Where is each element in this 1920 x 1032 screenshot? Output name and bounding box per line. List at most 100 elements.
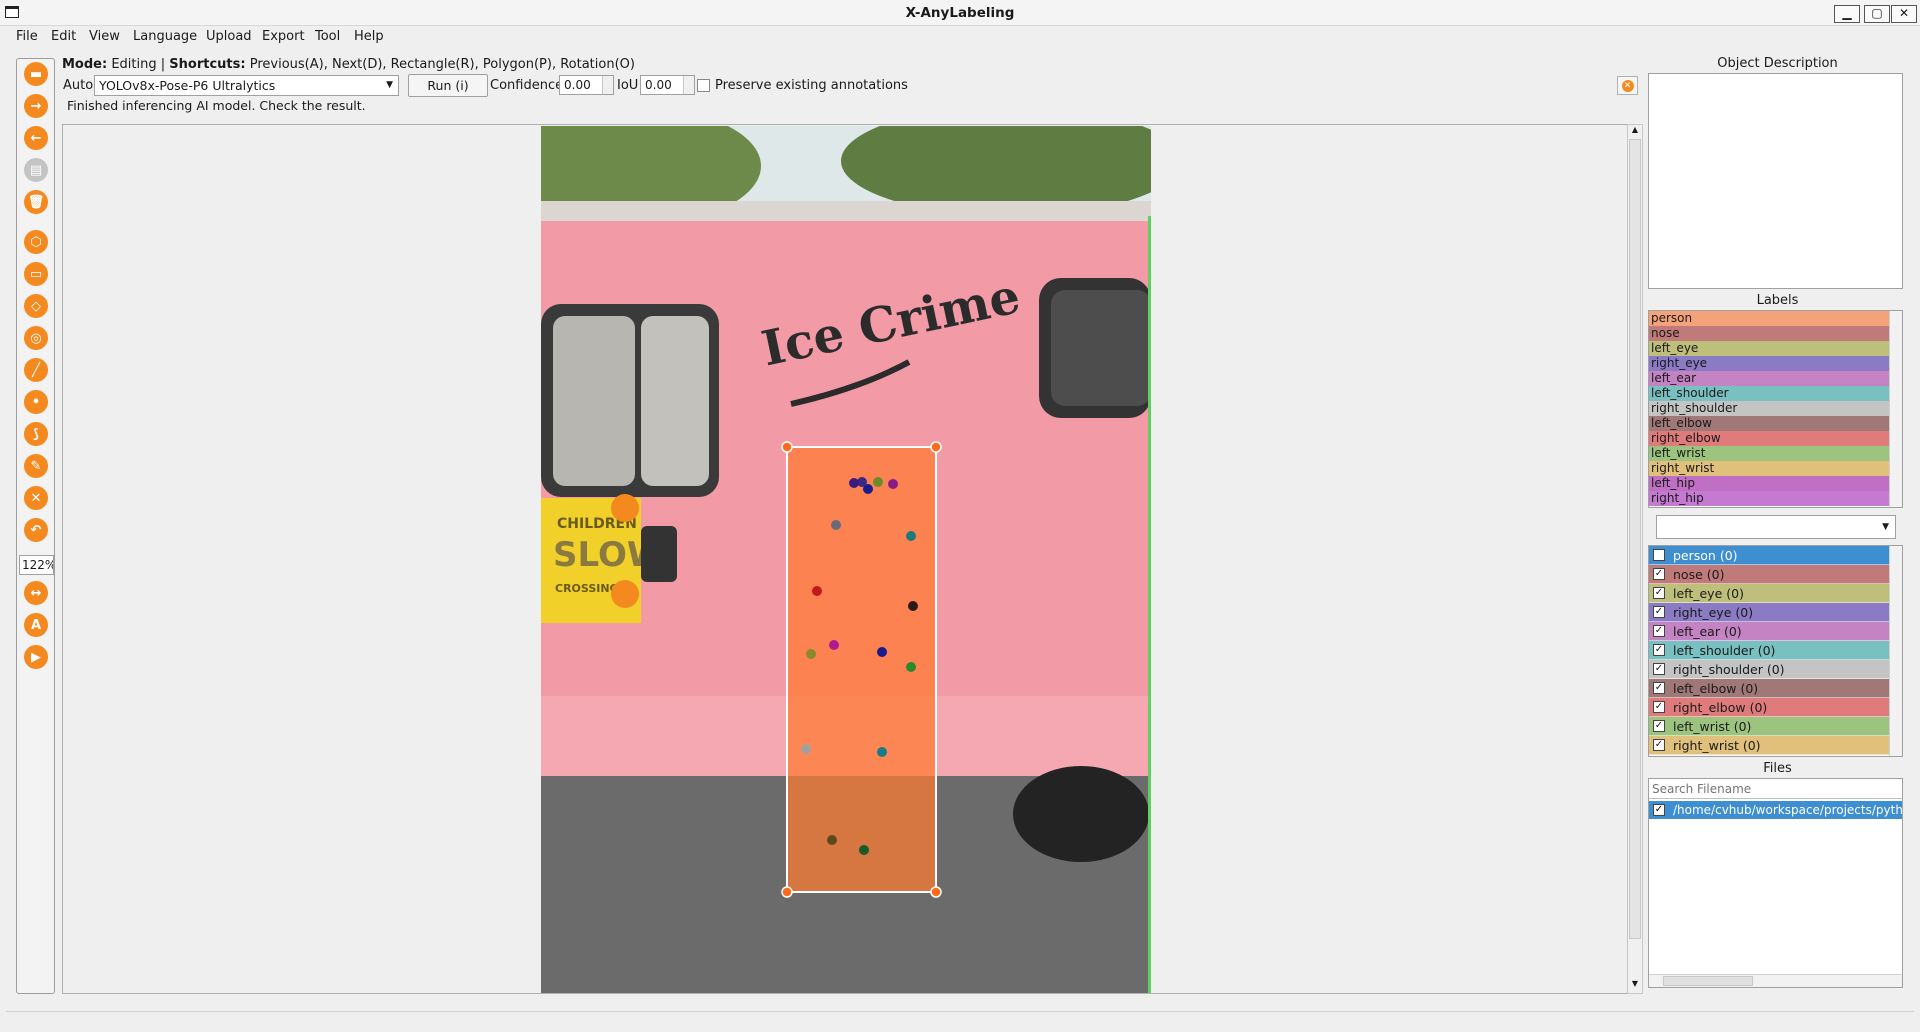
shape-checkbox[interactable]: ✓ [1653, 682, 1665, 694]
shape-checkbox[interactable]: ✓ [1653, 720, 1665, 732]
delete-shape-icon[interactable]: ✕ [24, 486, 48, 510]
model-value: YOLOv8x-Pose-P6 Ultralytics [99, 78, 276, 93]
shape-checkbox[interactable]: ✓ [1653, 663, 1665, 675]
shape-item[interactable]: ✓ right_wrist (0) [1649, 736, 1889, 755]
shape-checkbox[interactable]: ✓ [1653, 568, 1665, 580]
point-icon[interactable]: • [24, 390, 48, 414]
circle-icon[interactable]: ◎ [24, 326, 48, 350]
menu-language[interactable]: Language [133, 29, 197, 44]
rotation-icon[interactable]: ◇ [24, 294, 48, 318]
edit-icon[interactable]: ✎ [24, 454, 48, 478]
file-list-item[interactable]: ✓ /home/cvhub/workspace/projects/python [1649, 801, 1902, 819]
label-item-left-elbow[interactable]: left_elbow [1649, 416, 1889, 431]
shape-item[interactable]: ✓ left_wrist (0) [1649, 717, 1889, 736]
status-bar [6, 1011, 1914, 1031]
label-item-right-elbow[interactable]: right_elbow [1649, 431, 1889, 446]
maximize-button[interactable]: ▢ [1864, 5, 1890, 23]
shape-checkbox[interactable]: ✓ [1653, 587, 1665, 599]
menu-view[interactable]: View [89, 29, 120, 44]
cancel-icon[interactable]: ✕ [1617, 76, 1638, 95]
shape-list[interactable]: ✓ person (0) ✓ nose (0) ✓ left_eye (0) ✓ right_… [1648, 545, 1903, 757]
menu-export[interactable]: Export [262, 29, 305, 44]
file-checkbox[interactable]: ✓ [1653, 804, 1665, 816]
model-select[interactable]: YOLOv8x-Pose-P6 Ultralytics ▼ [94, 75, 399, 96]
shape-checkbox[interactable]: ✓ [1653, 701, 1665, 713]
label-item-left-shoulder[interactable]: left_shoulder [1649, 386, 1889, 401]
shape-item[interactable]: ✓ left_elbow (0) [1649, 679, 1889, 698]
rectangle-icon[interactable]: ▭ [24, 262, 48, 286]
canvas-vertical-scrollbar[interactable]: ▲ ▼ [1627, 124, 1643, 994]
label-item-right-shoulder[interactable]: right_shoulder [1649, 401, 1889, 416]
save-icon[interactable]: ▤ [24, 158, 48, 182]
fit-width-icon[interactable]: ↔ [24, 581, 48, 605]
mode-value: Editing [111, 57, 157, 72]
menu-file[interactable]: File [16, 29, 38, 44]
shape-checkbox[interactable]: ✓ [1653, 739, 1665, 751]
mode-line: Mode: Editing | Shortcuts: Previous(A), … [62, 57, 635, 72]
label-item-left-hip[interactable]: left_hip [1649, 476, 1889, 491]
label-item-left-eye[interactable]: left_eye [1649, 341, 1889, 356]
shape-label: right_elbow (0) [1673, 699, 1768, 715]
prev-image-icon[interactable]: ← [24, 126, 48, 150]
label-item-right-hip[interactable]: right_hip [1649, 491, 1889, 506]
close-button[interactable]: ✕ [1891, 5, 1917, 23]
shape-checkbox[interactable]: ✓ [1653, 549, 1665, 561]
menu-upload[interactable]: Upload [206, 29, 252, 44]
shape-checkbox[interactable]: ✓ [1653, 644, 1665, 656]
ai-icon[interactable]: A [24, 613, 48, 637]
menu-tool[interactable]: Tool [315, 29, 340, 44]
label-list[interactable]: person nose left_eye right_eye left_ear left_… [1648, 310, 1903, 508]
iou-label: IoU [617, 78, 639, 93]
preserve-checkbox[interactable] [697, 79, 710, 92]
run-button[interactable]: Run (i) [408, 74, 488, 97]
annotated-image[interactable]: CHILDREN SLOW CROSSING Ice Crime [541, 126, 1151, 993]
status-message: Finished inferencing AI model. Check the… [67, 98, 366, 113]
shape-item[interactable]: ✓ right_shoulder (0) [1649, 660, 1889, 679]
undo-icon[interactable]: ↶ [24, 518, 48, 542]
label-filter-select[interactable]: ▼ [1656, 515, 1896, 539]
shape-checkbox[interactable]: ✓ [1653, 606, 1665, 618]
shape-item[interactable]: ✓ left_ear (0) [1649, 622, 1889, 641]
shape-item[interactable]: ✓ left_shoulder (0) [1649, 641, 1889, 660]
search-filename-input[interactable] [1649, 779, 1902, 799]
label-list-scrollbar[interactable] [1889, 311, 1902, 507]
delete-file-icon[interactable]: 🗑 [24, 190, 48, 214]
shape-list-scrollbar[interactable] [1889, 546, 1902, 756]
run-icon[interactable]: ▶ [24, 645, 48, 669]
linestrip-icon[interactable]: ⟆ [24, 422, 48, 446]
scroll-down-icon[interactable]: ▼ [1628, 979, 1642, 993]
label-item-left-ear[interactable]: left_ear [1649, 371, 1889, 386]
polygon-icon[interactable]: ⬡ [24, 230, 48, 254]
mode-separator: | [160, 57, 166, 72]
files-horizontal-scrollbar[interactable] [1649, 974, 1902, 987]
shape-item[interactable]: ✓ nose (0) [1649, 565, 1889, 584]
canvas-area[interactable]: CHILDREN SLOW CROSSING Ice Crime [62, 124, 1633, 994]
label-item-right-wrist[interactable]: right_wrist [1649, 461, 1889, 476]
shape-item[interactable]: ✓ right_eye (0) [1649, 603, 1889, 622]
scroll-thumb[interactable] [1629, 139, 1641, 939]
next-image-icon[interactable]: → [24, 94, 48, 118]
label-item-right-eye[interactable]: right_eye [1649, 356, 1889, 371]
shape-checkbox[interactable]: ✓ [1653, 625, 1665, 637]
iou-input[interactable]: 0.00 [640, 75, 695, 95]
scroll-up-icon[interactable]: ▲ [1628, 125, 1642, 139]
shape-item[interactable]: ✓ right_elbow (0) [1649, 698, 1889, 717]
menu-help[interactable]: Help [354, 29, 384, 44]
confidence-label: Confidence [490, 78, 564, 93]
label-item-nose[interactable]: nose [1649, 326, 1889, 341]
object-description-input[interactable] [1648, 73, 1903, 289]
shape-label: person (0) [1673, 547, 1738, 563]
confidence-input[interactable]: 0.00 [559, 75, 614, 95]
shape-item[interactable]: ✓ person (0) [1649, 546, 1889, 565]
label-item-person[interactable]: person [1649, 311, 1889, 326]
menu-edit[interactable]: Edit [51, 29, 76, 44]
line-icon[interactable]: ╱ [24, 358, 48, 382]
left-toolbar: ▬ → ← ▤ 🗑 ⬡ ▭ ◇ ◎ ╱ • ⟆ ✎ ✕ ↶ 122% ↔ A ▶ [16, 58, 55, 994]
minimize-button[interactable]: ▁ [1834, 5, 1860, 23]
files-title: Files [1763, 761, 1792, 776]
shape-label: left_ear (0) [1673, 623, 1742, 639]
open-folder-icon[interactable]: ▬ [24, 62, 48, 86]
zoom-input[interactable]: 122% [19, 555, 54, 575]
shape-item[interactable]: ✓ left_eye (0) [1649, 584, 1889, 603]
label-item-left-wrist[interactable]: left_wrist [1649, 446, 1889, 461]
